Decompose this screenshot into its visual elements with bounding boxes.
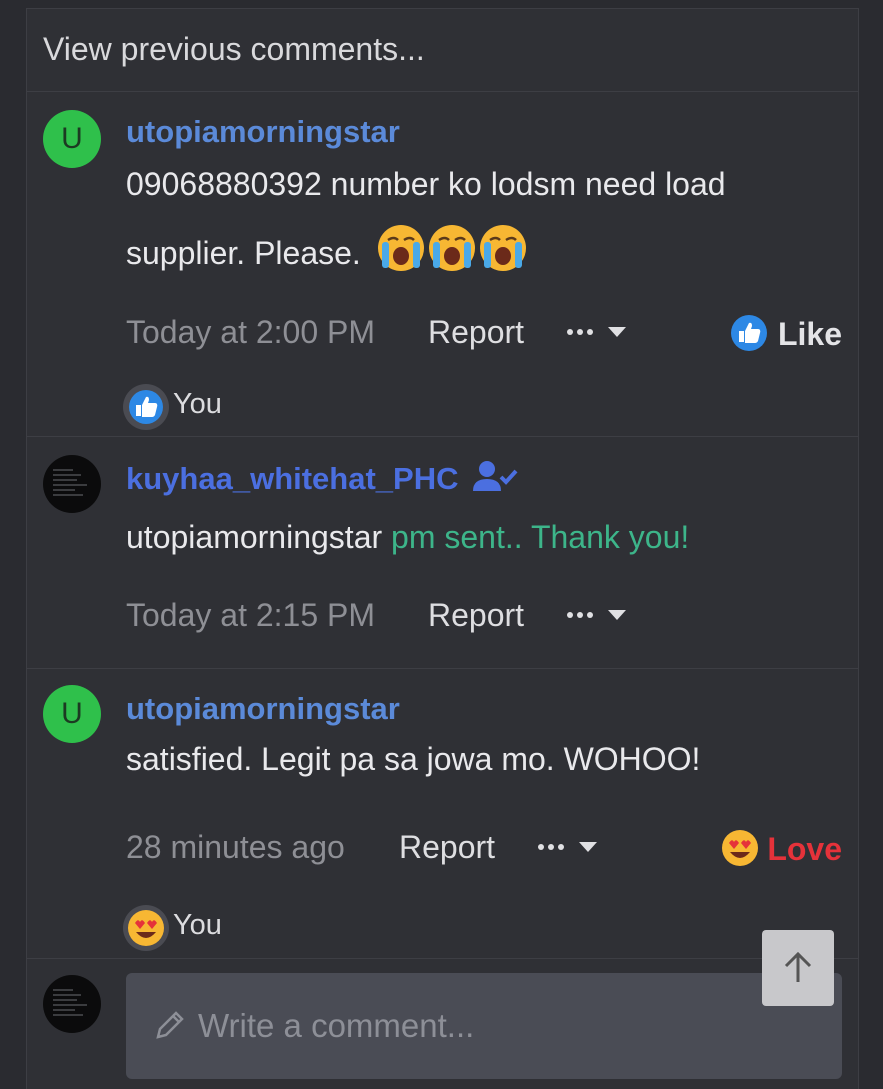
comment-item: kuyhaa_whitehat_PHC utopiamorningstar pm… (27, 437, 858, 669)
reacted-by-name[interactable]: You (173, 388, 222, 421)
more-dots-chevron-icon (567, 610, 626, 620)
comment-text-line2: supplier. Please. (126, 235, 361, 271)
heart-eyes-icon (721, 829, 759, 867)
comments-panel: View previous comments... U utopiamornin… (26, 8, 859, 1089)
verified-user-icon (473, 459, 519, 493)
reaction-summary[interactable]: You (123, 384, 243, 430)
mention-link[interactable]: utopiamorningstar (126, 519, 382, 555)
avatar[interactable] (43, 455, 101, 513)
more-dots-chevron-icon (538, 842, 597, 852)
crying-face-icon (377, 225, 526, 271)
view-previous-label[interactable]: View previous comments... (43, 31, 425, 68)
reaction-summary[interactable]: You (123, 905, 243, 951)
write-comment-placeholder[interactable]: Write a comment... (198, 1007, 474, 1045)
comment-time[interactable]: Today at 2:00 PM (126, 314, 375, 351)
pencil-icon (152, 1007, 188, 1043)
comment-time[interactable]: 28 minutes ago (126, 829, 345, 866)
comment-item: U utopiamorningstar 09068880392 number k… (27, 92, 858, 437)
more-options-button[interactable] (566, 603, 630, 627)
reacted-by-name[interactable]: You (173, 909, 222, 942)
love-label[interactable]: Love (767, 831, 842, 867)
comment-time[interactable]: Today at 2:15 PM (126, 597, 375, 634)
report-button[interactable]: Report (428, 314, 524, 351)
report-button[interactable]: Report (399, 829, 495, 866)
like-badge-icon (123, 384, 169, 430)
write-comment-input[interactable]: Write a comment... (126, 973, 842, 1079)
report-button[interactable]: Report (428, 597, 524, 634)
comment-meta: Today at 2:15 PM Report (126, 597, 842, 637)
avatar[interactable]: U (43, 685, 101, 743)
comment-message: pm sent.. Thank you! (391, 519, 690, 555)
love-button[interactable]: Love (721, 829, 842, 868)
comment-text: satisfied. Legit pa sa jowa mo. WOHOO! (126, 741, 701, 777)
crying-emoji-group (376, 222, 532, 274)
like-label[interactable]: Like (778, 316, 842, 352)
more-options-button[interactable] (566, 320, 630, 344)
current-user-avatar (43, 975, 101, 1033)
avatar[interactable]: U (43, 110, 101, 168)
comment-text: 09068880392 number ko lodsm need load su… (126, 156, 726, 281)
view-previous-comments[interactable]: View previous comments... (27, 9, 858, 92)
like-button[interactable]: Like (730, 314, 842, 353)
comment-text: utopiamorningstar pm sent.. Thank you! (126, 509, 689, 565)
scroll-to-top-button[interactable] (762, 930, 834, 1006)
heart-eyes-badge-icon (123, 905, 169, 951)
comment-item: U utopiamorningstar satisfied. Legit pa … (27, 669, 858, 959)
arrow-up-icon (784, 951, 812, 982)
like-thumb-icon (730, 314, 768, 352)
comment-username-label[interactable]: kuyhaa_whitehat_PHC (126, 461, 459, 496)
more-dots-chevron-icon (567, 327, 626, 337)
more-options-button[interactable] (537, 835, 601, 859)
comment-username[interactable]: utopiamorningstar (126, 114, 400, 150)
comment-username[interactable]: utopiamorningstar (126, 691, 400, 727)
comment-username[interactable]: kuyhaa_whitehat_PHC (126, 459, 519, 497)
comment-text-line1: 09068880392 number ko lodsm need load (126, 166, 726, 202)
